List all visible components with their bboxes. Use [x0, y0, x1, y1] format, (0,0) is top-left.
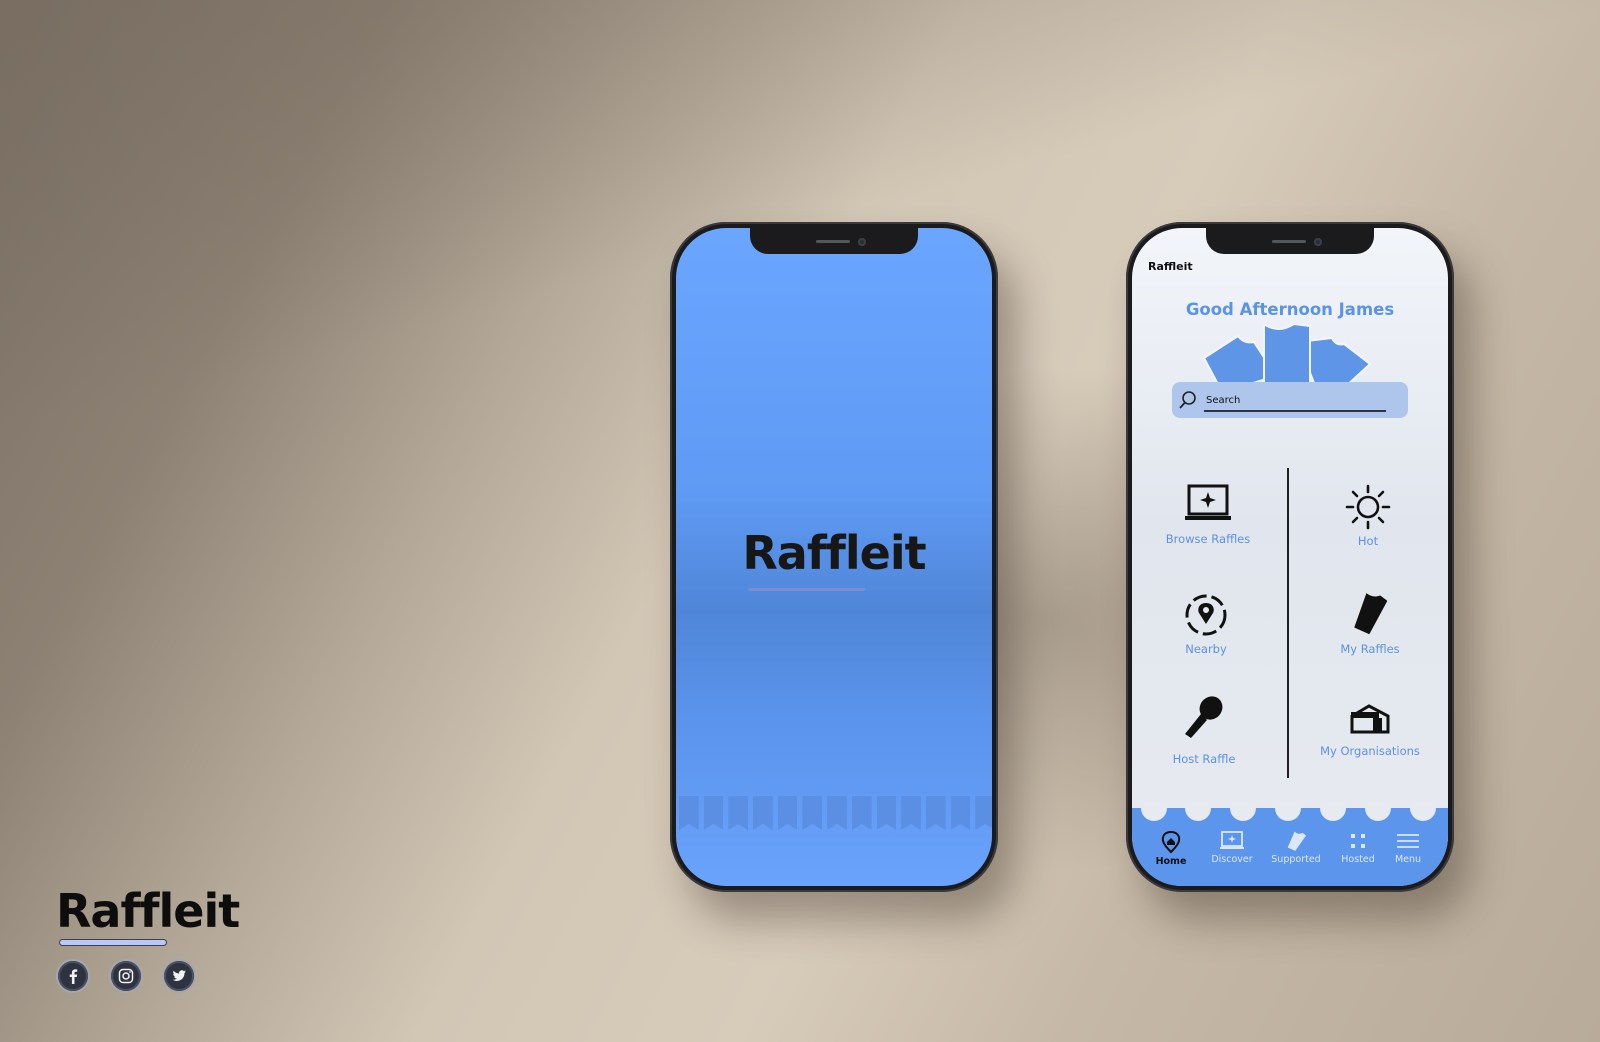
hamburger-icon: [1397, 834, 1419, 848]
ticket-icon: [1354, 593, 1387, 635]
tab-supported[interactable]: Supported: [1266, 830, 1326, 865]
tile-my-organisations[interactable]: My Organisations: [1300, 702, 1440, 758]
home-pin-icon: [1161, 830, 1181, 854]
splash-phone: Raffleit: [670, 222, 998, 892]
location-pin-icon: [1185, 594, 1227, 636]
tab-label: Menu: [1394, 854, 1422, 865]
home-phone: Raffleit Good Afternoon James Search Bro…: [1126, 222, 1454, 892]
tab-discover[interactable]: Discover: [1202, 830, 1262, 865]
search-icon: [1179, 391, 1196, 409]
twitter-button[interactable]: [164, 961, 194, 991]
tab-label: Discover: [1211, 854, 1253, 865]
search-underline: [1204, 410, 1386, 412]
greeting-title: Good Afternoon James: [1185, 300, 1395, 319]
tile-my-raffles[interactable]: My Raffles: [1300, 590, 1440, 656]
tile-hot[interactable]: Hot: [1298, 484, 1438, 548]
grid-icon: [1351, 834, 1365, 848]
tile-label: My Organisations: [1320, 744, 1420, 758]
tile-browse-raffles[interactable]: Browse Raffles: [1138, 484, 1278, 546]
facebook-icon: [69, 969, 78, 984]
sun-icon: [1345, 484, 1391, 530]
tile-label: Host Raffle: [1172, 752, 1236, 766]
tile-host-raffle[interactable]: Host Raffle: [1134, 694, 1274, 766]
house-icon: [1350, 704, 1390, 734]
splash-screen: Raffleit: [676, 228, 992, 886]
phone-notch: [750, 228, 918, 254]
laptop-star-icon: [1185, 484, 1231, 520]
logo-underline: [748, 588, 865, 591]
brand-logo: Raffleit: [56, 884, 240, 938]
tile-label: Nearby: [1185, 642, 1227, 656]
brand-underline: [60, 940, 166, 945]
splash-logo: Raffleit: [742, 526, 926, 580]
bottom-tab-bar: Home Discover Supported Hosted Menu: [1132, 802, 1448, 886]
app-label: Raffleit: [1148, 260, 1193, 273]
facebook-button[interactable]: [58, 961, 88, 991]
instagram-icon: [118, 968, 134, 984]
scallop-edge-decoration: [1141, 802, 1436, 821]
tile-label: Browse Raffles: [1165, 532, 1251, 546]
tab-label: Supported: [1271, 854, 1321, 865]
home-screen: Raffleit Good Afternoon James Search Bro…: [1132, 228, 1448, 886]
search-placeholder: Search: [1206, 395, 1241, 406]
tab-menu[interactable]: Menu: [1378, 830, 1438, 865]
tab-home[interactable]: Home: [1141, 830, 1201, 867]
twitter-icon: [172, 970, 186, 981]
tile-nearby[interactable]: Nearby: [1136, 592, 1276, 656]
ticket-icon: [1287, 831, 1307, 851]
laptop-star-icon: [1220, 831, 1244, 849]
search-input[interactable]: Search: [1172, 382, 1408, 418]
microphone-icon: [1185, 696, 1223, 738]
phone-notch: [1206, 228, 1374, 254]
tile-label: Hot: [1357, 534, 1379, 548]
tickets-fan-icon: [1202, 324, 1372, 388]
grid-divider: [1287, 468, 1289, 778]
ticket-strip-decoration: [676, 796, 992, 830]
tile-label: My Raffles: [1340, 642, 1400, 656]
tab-label: Home: [1155, 856, 1187, 867]
instagram-button[interactable]: [111, 961, 141, 991]
